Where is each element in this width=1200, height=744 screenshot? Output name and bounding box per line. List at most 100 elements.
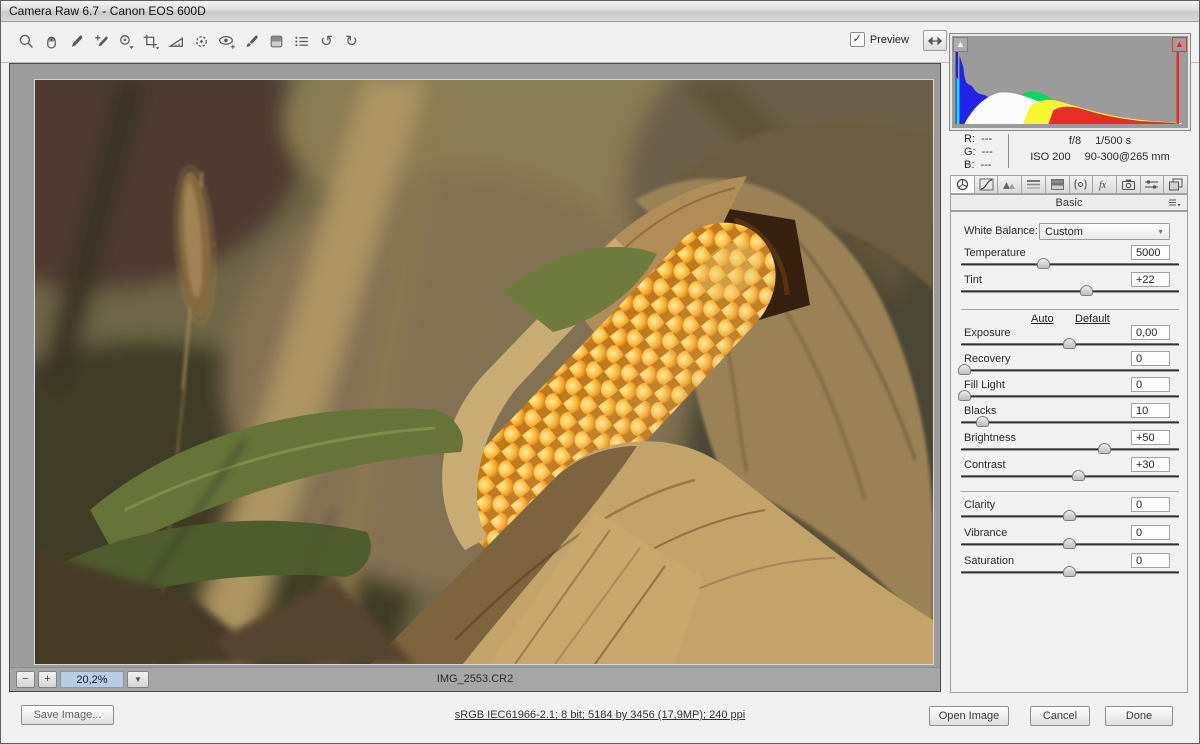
- rotate-left-tool-icon[interactable]: ↺: [315, 30, 338, 53]
- slider-track[interactable]: [961, 290, 1179, 293]
- slider-track[interactable]: [961, 421, 1179, 424]
- spot-removal-tool-icon[interactable]: [190, 30, 213, 53]
- slider-thumb[interactable]: [1098, 443, 1111, 454]
- g-value: ---: [982, 146, 993, 158]
- tab-hsl-grayscale[interactable]: [1022, 175, 1046, 194]
- r-value: ---: [981, 133, 992, 145]
- rotate-right-tool-icon[interactable]: ↻: [340, 30, 363, 53]
- preferences-tool-icon[interactable]: [290, 30, 313, 53]
- slider-thumb[interactable]: [1063, 538, 1076, 549]
- shutter-value: 1/500 s: [1095, 133, 1131, 149]
- open-image-button[interactable]: Open Image: [929, 706, 1009, 726]
- slider-track[interactable]: [961, 448, 1179, 451]
- color-sampler-tool-icon[interactable]: [90, 30, 113, 53]
- tab-detail[interactable]: [998, 175, 1022, 194]
- slider-value-field[interactable]: 0,00: [1131, 325, 1170, 340]
- tab-presets[interactable]: [1141, 175, 1165, 194]
- slider-thumb[interactable]: [976, 416, 989, 427]
- slider-label: Temperature: [964, 247, 1026, 259]
- tab-lens-corrections[interactable]: [1070, 175, 1094, 194]
- slider-row-contrast: Contrast +30: [951, 459, 1187, 485]
- r-label: R:: [964, 133, 975, 145]
- slider-value-field[interactable]: +30: [1131, 457, 1170, 472]
- red-eye-removal-tool-icon[interactable]: [215, 30, 238, 53]
- filename-label: IMG_2553.CR2: [10, 673, 940, 685]
- slider-value-field[interactable]: 0: [1131, 525, 1170, 540]
- slider-thumb[interactable]: [1072, 470, 1085, 481]
- panel-menu-icon[interactable]: [1168, 198, 1181, 211]
- slider-value-field[interactable]: 0: [1131, 377, 1170, 392]
- auto-link[interactable]: Auto: [1031, 313, 1054, 325]
- slider-row-saturation: Saturation 0: [951, 555, 1187, 581]
- tab-snapshots[interactable]: [1164, 175, 1188, 194]
- tab-effects[interactable]: fx: [1093, 175, 1117, 194]
- slider-track[interactable]: [961, 515, 1179, 518]
- zoom-tool-icon[interactable]: [15, 30, 38, 53]
- white-balance-select[interactable]: Custom ▼: [1039, 223, 1170, 240]
- group-separator: [961, 309, 1179, 310]
- b-label: B:: [964, 159, 974, 171]
- photo-preview[interactable]: [34, 79, 934, 665]
- default-link[interactable]: Default: [1075, 313, 1110, 325]
- slider-value-field[interactable]: +50: [1131, 430, 1170, 445]
- crop-tool-icon[interactable]: [140, 30, 163, 53]
- white-balance-label: White Balance:: [964, 225, 1038, 237]
- tab-tone-curve[interactable]: [975, 175, 999, 194]
- cancel-button[interactable]: Cancel: [1030, 706, 1090, 726]
- slider-track[interactable]: [961, 369, 1179, 372]
- slider-thumb[interactable]: [958, 390, 971, 401]
- white-balance-tool-icon[interactable]: [65, 30, 88, 53]
- workflow-options-link[interactable]: sRGB IEC61966-2.1; 8 bit; 5184 by 3456 (…: [1, 709, 1199, 721]
- slider-row-brightness: Brightness +50: [951, 432, 1187, 458]
- slider-track[interactable]: [961, 571, 1179, 574]
- chevron-down-icon: ▼: [1157, 229, 1164, 236]
- slider-label: Fill Light: [964, 379, 1005, 391]
- slider-value-field[interactable]: 10: [1131, 403, 1170, 418]
- adjustment-brush-tool-icon[interactable]: [240, 30, 263, 53]
- hand-tool-icon[interactable]: [40, 30, 63, 53]
- graduated-filter-tool-icon[interactable]: [265, 30, 288, 53]
- slider-value-field[interactable]: 0: [1131, 497, 1170, 512]
- status-strip: − + 20,2% ▼ IMG_2553.CR2: [10, 667, 940, 691]
- panel-header-label: Basic: [1056, 197, 1083, 209]
- slider-thumb[interactable]: [1063, 510, 1076, 521]
- slider-value-field[interactable]: 0: [1131, 553, 1170, 568]
- slider-row-clarity: Clarity 0: [951, 499, 1187, 525]
- b-value: ---: [981, 159, 992, 171]
- shadow-clipping-indicator[interactable]: ▲: [953, 37, 968, 52]
- highlight-clipping-indicator[interactable]: ▲: [1172, 37, 1187, 52]
- straighten-tool-icon[interactable]: [165, 30, 188, 53]
- preview-checkbox[interactable]: ✓: [850, 32, 865, 47]
- slider-track[interactable]: [961, 543, 1179, 546]
- slider-track[interactable]: [961, 343, 1179, 346]
- camera-raw-dialog: Camera Raw 6.7 - Canon EOS 600D ↺ ↻ ✓ Pr…: [0, 0, 1200, 744]
- window-title: Camera Raw 6.7 - Canon EOS 600D: [9, 4, 206, 18]
- slider-thumb[interactable]: [1037, 258, 1050, 269]
- slider-value-field[interactable]: 5000: [1131, 245, 1170, 260]
- basic-panel-content: White Balance: Custom ▼ Auto Default Tem…: [950, 211, 1188, 693]
- slider-track[interactable]: [961, 395, 1179, 398]
- workflow-options-link-text[interactable]: sRGB IEC61966-2.1; 8 bit; 5184 by 3456 (…: [455, 709, 745, 721]
- tab-camera-calibration[interactable]: [1117, 175, 1141, 194]
- slider-track[interactable]: [961, 263, 1179, 266]
- histogram[interactable]: ▲ ▲: [950, 34, 1190, 130]
- slider-thumb[interactable]: [958, 364, 971, 375]
- tab-basic[interactable]: [950, 175, 975, 194]
- fullscreen-toggle-button[interactable]: [923, 30, 947, 51]
- slider-thumb[interactable]: [1063, 338, 1076, 349]
- slider-thumb[interactable]: [1063, 566, 1076, 577]
- panel-header-basic: Basic: [950, 194, 1188, 211]
- slider-track[interactable]: [961, 475, 1179, 478]
- fullscreen-arrows-icon: [928, 36, 942, 46]
- slider-row-temperature: Temperature 5000: [951, 247, 1187, 273]
- done-button[interactable]: Done: [1105, 706, 1173, 726]
- targeted-adjustment-tool-icon[interactable]: [115, 30, 138, 53]
- tab-split-toning[interactable]: [1046, 175, 1070, 194]
- slider-value-field[interactable]: +22: [1131, 272, 1170, 287]
- panel-tabs: fx: [950, 175, 1188, 194]
- tool-buttons: ↺ ↻: [15, 30, 363, 53]
- white-balance-value: Custom: [1045, 226, 1083, 238]
- slider-value-field[interactable]: 0: [1131, 351, 1170, 366]
- slider-thumb[interactable]: [1080, 285, 1093, 296]
- aperture-value: f/8: [1069, 133, 1081, 149]
